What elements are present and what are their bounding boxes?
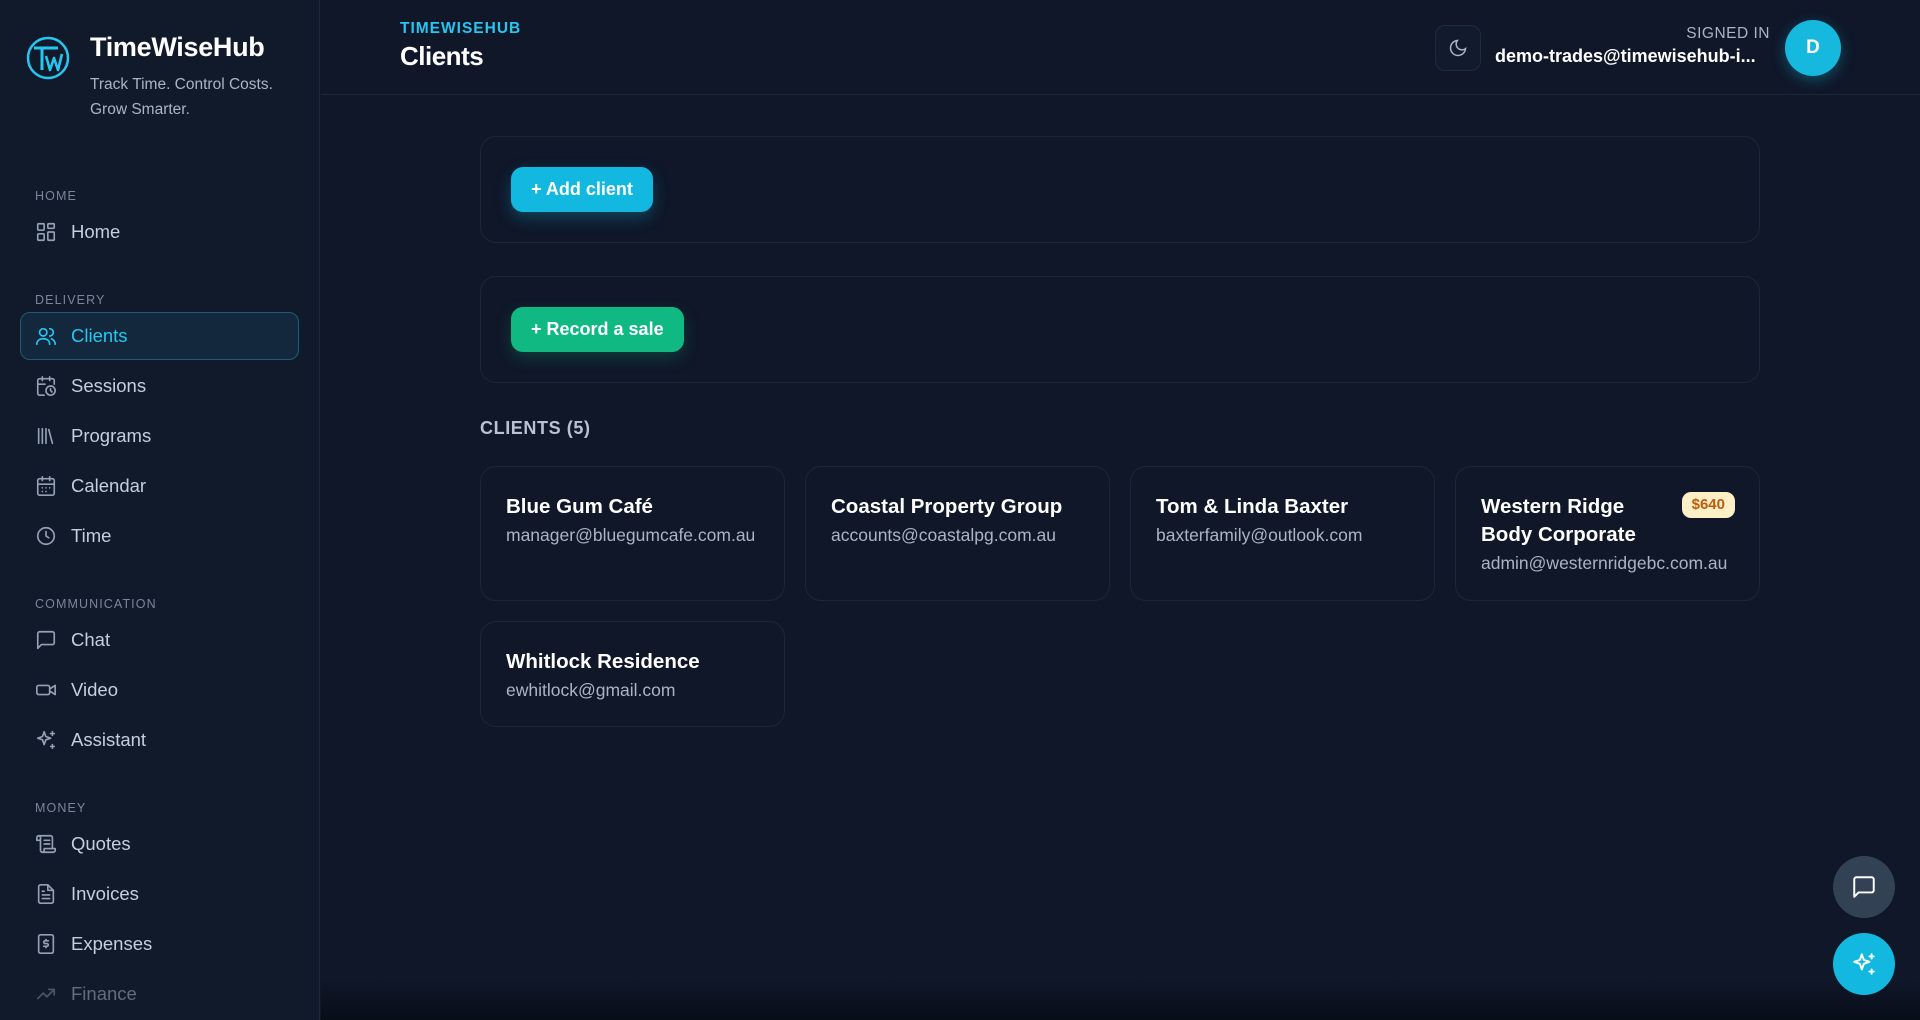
client-card[interactable]: Tom & Linda Baxter baxterfamily@outlook.…: [1130, 466, 1435, 601]
brand-tagline: Track Time. Control Costs. Grow Smarter.: [90, 76, 273, 118]
client-email: accounts@coastalpg.com.au: [831, 525, 1056, 545]
page-title: Clients: [400, 41, 484, 71]
sidebar-item-label: Finance: [71, 983, 137, 1004]
client-card[interactable]: Whitlock Residence ewhitlock@gmail.com: [480, 621, 785, 727]
client-name: Tom & Linda Baxter: [1156, 495, 1349, 518]
trending-up-icon: [35, 983, 57, 1005]
sparkles-icon: [1853, 953, 1875, 975]
sidebar-item-quotes[interactable]: Quotes: [20, 820, 299, 868]
sidebar-item-finance[interactable]: Finance: [20, 970, 299, 1018]
sidebar-item-label: Clients: [71, 325, 128, 346]
signed-in-label: SIGNED IN: [1686, 25, 1770, 42]
balance-badge: $640: [1681, 492, 1735, 518]
sidebar-nav: HOME Home DELIVERY Clients Sessions Prog…: [20, 186, 299, 1018]
sidebar-item-label: Quotes: [71, 833, 131, 854]
client-name: Blue Gum Café: [506, 495, 653, 518]
sidebar-item-invoices[interactable]: Invoices: [20, 870, 299, 918]
sidebar-item-label: Home: [71, 221, 121, 242]
add-client-panel: + Add client: [480, 136, 1760, 243]
record-sale-panel: + Record a sale: [480, 276, 1760, 383]
sidebar-item-time[interactable]: Time: [20, 512, 299, 560]
message-icon: [1853, 876, 1875, 898]
moon-icon: [1449, 39, 1467, 57]
calendar-icon: [35, 475, 57, 497]
sidebar-item-expenses[interactable]: Expenses: [20, 920, 299, 968]
top-header: TIMEWISEHUB Clients SIGNED IN demo-trade…: [321, 0, 1920, 95]
sidebar-item-chat[interactable]: Chat: [20, 616, 299, 664]
sidebar-item-home[interactable]: Home: [20, 208, 299, 256]
client-card[interactable]: Coastal Property Group accounts@coastalp…: [805, 466, 1110, 601]
client-email: ewhitlock@gmail.com: [506, 680, 676, 700]
tw-logo-icon: [26, 36, 70, 80]
bottom-fade: [321, 980, 1920, 1020]
clients-heading: CLIENTS (5): [480, 418, 591, 438]
client-card[interactable]: Blue Gum Café manager@bluegumcafe.com.au: [480, 466, 785, 601]
receipt-icon: [35, 933, 57, 955]
sidebar-item-calendar[interactable]: Calendar: [20, 462, 299, 510]
sidebar-item-programs[interactable]: Programs: [20, 412, 299, 460]
sidebar-item-label: Programs: [71, 425, 152, 446]
client-name: Whitlock Residence: [506, 650, 700, 673]
add-client-button[interactable]: + Add client: [511, 167, 653, 212]
nav-section-home: HOME: [35, 189, 77, 203]
sidebar-item-video[interactable]: Video: [20, 666, 299, 714]
client-email: admin@westernridgebc.com.au: [1481, 553, 1728, 573]
sidebar-item-label: Video: [71, 679, 118, 700]
clock-icon: [35, 525, 57, 547]
header-eyebrow: TIMEWISEHUB: [400, 20, 522, 37]
message-icon: [35, 629, 57, 651]
sidebar-item-label: Assistant: [71, 729, 147, 750]
sidebar-item-sessions[interactable]: Sessions: [20, 362, 299, 410]
sidebar: TimeWiseHub Track Time. Control Costs. G…: [0, 0, 320, 1020]
client-name: Coastal Property Group: [831, 495, 1063, 518]
client-email: baxterfamily@outlook.com: [1156, 525, 1363, 545]
sparkles-icon: [35, 729, 57, 751]
sidebar-item-label: Chat: [71, 629, 111, 650]
sidebar-item-label: Time: [71, 525, 112, 546]
theme-toggle-button[interactable]: [1435, 25, 1481, 71]
scroll-icon: [35, 833, 57, 855]
client-name: Western Ridge Body Corporate: [1481, 495, 1636, 546]
client-email: manager@bluegumcafe.com.au: [506, 525, 756, 545]
chat-fab-button[interactable]: [1833, 856, 1895, 918]
nav-section-money: MONEY: [35, 801, 87, 815]
nav-section-communication: COMMUNICATION: [35, 597, 157, 611]
file-icon: [35, 883, 57, 905]
brand-name: TimeWiseHub: [90, 32, 265, 62]
sidebar-item-label: Sessions: [71, 375, 147, 396]
sidebar-item-clients[interactable]: Clients: [20, 312, 299, 360]
video-icon: [35, 679, 57, 701]
nav-section-delivery: DELIVERY: [35, 293, 106, 307]
library-icon: [35, 425, 57, 447]
users-icon: [35, 325, 57, 347]
assistant-fab-button[interactable]: [1833, 933, 1895, 995]
calendar-clock-icon: [35, 375, 57, 397]
sidebar-item-label: Calendar: [71, 475, 147, 496]
grid-icon: [35, 221, 57, 243]
avatar[interactable]: D: [1785, 20, 1841, 76]
sidebar-item-label: Invoices: [71, 883, 139, 904]
sidebar-item-assistant[interactable]: Assistant: [20, 716, 299, 764]
record-sale-button[interactable]: + Record a sale: [511, 307, 684, 352]
sidebar-item-label: Expenses: [71, 933, 153, 954]
user-email: demo-trades@timewisehub-i...: [1495, 46, 1756, 66]
client-card[interactable]: Western Ridge Body Corporate $640 admin@…: [1455, 466, 1760, 601]
